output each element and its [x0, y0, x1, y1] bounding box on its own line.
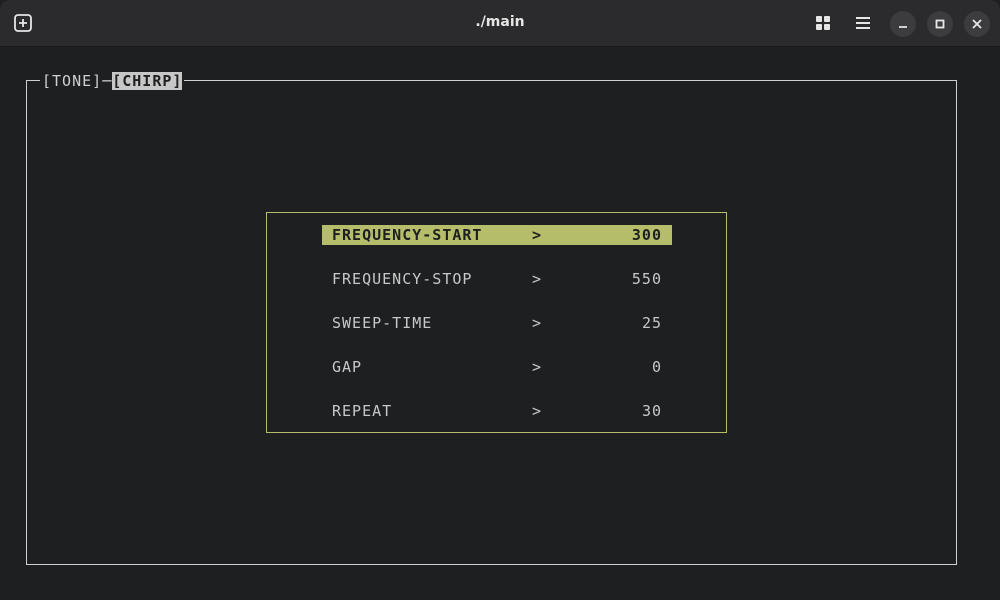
menu-item-label: GAP	[332, 358, 363, 376]
close-icon	[972, 19, 982, 29]
tab-chirp[interactable]: [CHIRP]	[112, 72, 183, 90]
window-title: ./main	[475, 14, 525, 30]
maximize-button[interactable]	[927, 11, 953, 37]
title-bar: ./main	[0, 0, 1000, 47]
menu-item-gap[interactable]: GAP > 0	[322, 357, 672, 377]
menu-item-value: 0	[651, 358, 662, 376]
tab-tone[interactable]: [TONE]	[42, 72, 102, 90]
menu-item-value: 550	[631, 270, 662, 288]
menu-item-arrow: >	[532, 226, 543, 244]
close-button[interactable]	[964, 11, 990, 37]
menu-item-value: 300	[631, 226, 662, 244]
menu-item-frequency-stop[interactable]: FREQUENCY-STOP > 550	[322, 269, 672, 289]
minimize-button[interactable]	[890, 11, 916, 37]
menu-item-frequency-start[interactable]: FREQUENCY-START > 300	[322, 225, 672, 245]
terminal-window: ./main [TONE]─[CHIRP] FREQUENCY-START > …	[0, 0, 1000, 600]
mode-tabs: [TONE]─[CHIRP]	[40, 71, 185, 91]
menu-item-value: 30	[641, 402, 662, 420]
menu-item-arrow: >	[532, 402, 543, 420]
menu-item-repeat[interactable]: REPEAT > 30	[322, 401, 672, 421]
maximize-icon	[935, 19, 945, 29]
menu-item-arrow: >	[532, 358, 543, 376]
menu-item-arrow: >	[532, 314, 543, 332]
menu-item-label: FREQUENCY-START	[332, 226, 483, 244]
menu-item-arrow: >	[532, 270, 543, 288]
menu-item-label: REPEAT	[332, 402, 393, 420]
grid-view-icon[interactable]	[812, 12, 834, 34]
menu-item-value: 25	[641, 314, 662, 332]
hamburger-menu-icon[interactable]	[852, 12, 874, 34]
menu-item-label: FREQUENCY-STOP	[332, 270, 473, 288]
menu-item-sweep-time[interactable]: SWEEP-TIME > 25	[322, 313, 672, 333]
terminal-area[interactable]: [TONE]─[CHIRP] FREQUENCY-START > 300 FRE…	[0, 47, 1000, 600]
minimize-icon	[899, 26, 907, 28]
menu-item-label: SWEEP-TIME	[332, 314, 433, 332]
